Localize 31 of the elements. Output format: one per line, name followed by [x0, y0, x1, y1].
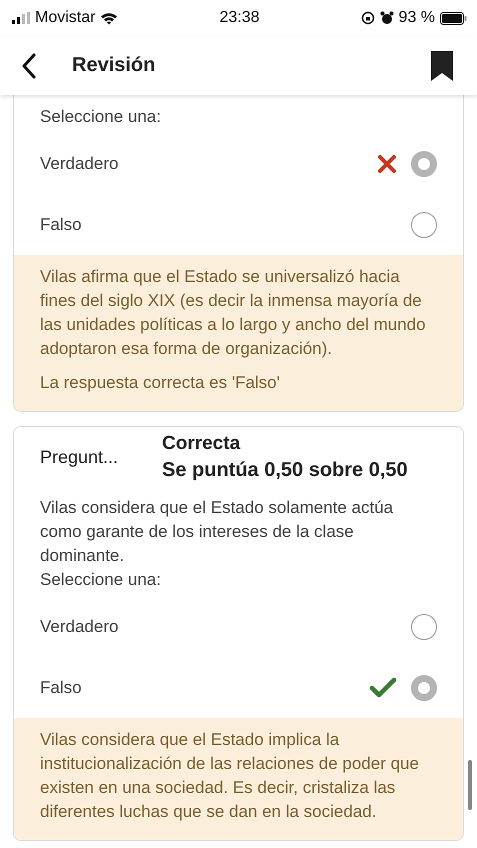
- question-text: Vilas considera que el Estado solamente actúa como garante de los intereses de la clase dominante.: [40, 497, 394, 567]
- option-label: Verdadero: [40, 616, 120, 636]
- page-title: Revisión: [72, 54, 156, 77]
- radio-button[interactable]: [411, 212, 437, 238]
- clock-time: 23:38: [219, 9, 260, 26]
- scrollbar: [468, 760, 472, 810]
- question-text: Seleccione una:: [40, 569, 162, 591]
- rotation-lock-icon: [360, 11, 375, 25]
- cross-icon: [377, 154, 397, 174]
- radio-button[interactable]: [411, 674, 437, 700]
- wifi-icon: [100, 12, 118, 24]
- question-label: Pregunt...: [40, 447, 120, 468]
- bookmark-button[interactable]: [431, 50, 453, 80]
- radio-button[interactable]: [411, 614, 437, 640]
- signal-icon: [12, 12, 30, 24]
- question-state: Correcta: [162, 433, 242, 455]
- check-icon: [369, 676, 397, 698]
- battery-percent: 93 %: [398, 9, 436, 27]
- option-label: Verdadero: [40, 154, 120, 174]
- option-label: Falso: [40, 214, 83, 234]
- feedback-text: Vilas afirma que el Estado se universalizó hacia fines del siglo XIX (es decir la inmensa mayoría de las unidades políticas a lo largo y ancho del mundo adoptaron esa forma de organización).: [40, 266, 427, 360]
- carrier-name: Movistar: [35, 9, 96, 27]
- question-text: Seleccione una:: [40, 106, 162, 128]
- feedback-text: La respuesta correcta es 'Falso': [40, 372, 281, 394]
- feedback-text: Vilas considera que el Estado implica la institucionalización de las relaciones de poder que existen en una sociedad. Es decir, cristaliza las diferentes luchas que se dan en la sociedad.: [40, 729, 420, 823]
- back-button[interactable]: [22, 52, 36, 78]
- option-label: Falso: [40, 678, 83, 698]
- question-grade: Se puntúa 0,50 sobre 0,50: [162, 459, 408, 482]
- alarm-icon: [380, 11, 394, 25]
- radio-button[interactable]: [411, 150, 437, 176]
- battery-icon: [440, 12, 468, 24]
